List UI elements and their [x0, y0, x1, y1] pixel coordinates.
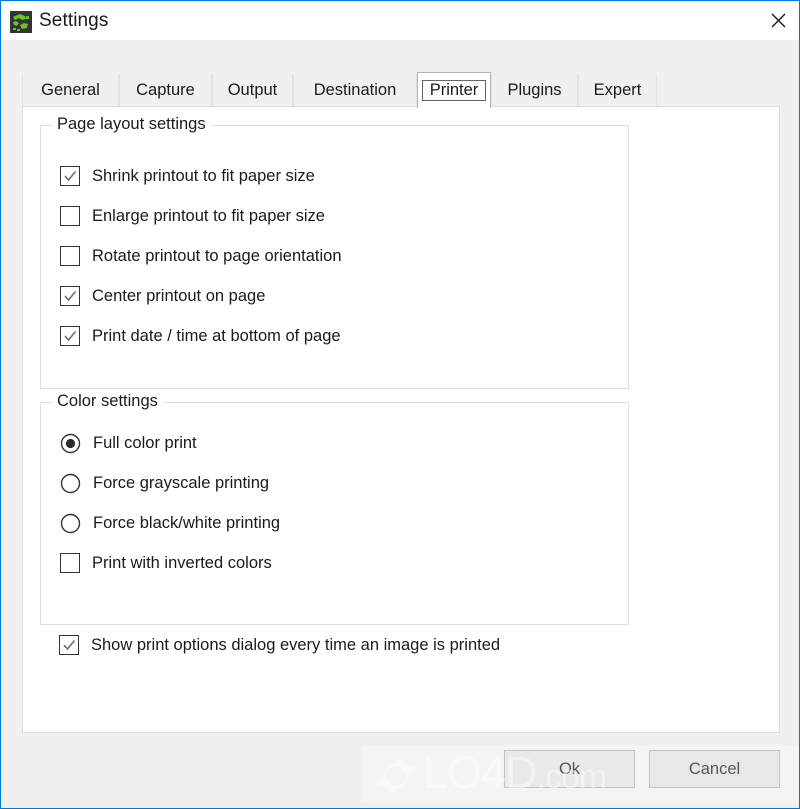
radio-unselected-icon[interactable] [60, 473, 81, 494]
force-black-white-printing-radio-row[interactable]: Force black/white printing [60, 513, 280, 534]
enlarge-printout-to-fit-paper-size-label: Enlarge printout to fit paper size [92, 206, 325, 225]
show-print-options-dialog-checkbox-row[interactable]: Show print options dialog every time an … [59, 635, 500, 655]
tab-expert[interactable]: Expert [578, 74, 657, 106]
color-settings-group: Color settings Full color print Force gra… [40, 392, 629, 625]
rotate-printout-to-page-orientation-checkbox-row[interactable]: Rotate printout to page orientation [60, 246, 342, 266]
printer-tab-panel: Page layout settings Shrink printout to … [22, 106, 780, 733]
dialog-footer: Ok Cancel [2, 733, 799, 807]
page-layout-settings-group: Page layout settings Shrink printout to … [40, 115, 629, 389]
tab-label: Plugins [507, 80, 562, 99]
force-grayscale-printing-radio-row[interactable]: Force grayscale printing [60, 473, 269, 494]
tab-output[interactable]: Output [212, 74, 293, 106]
tab-label: General [41, 80, 100, 99]
show-print-options-dialog-label: Show print options dialog every time an … [91, 635, 501, 654]
force-grayscale-printing-label: Force grayscale printing [93, 474, 270, 492]
rotate-printout-to-page-orientation-label: Rotate printout to page orientation [92, 246, 342, 265]
tab-general[interactable]: General [22, 74, 119, 106]
checkbox-unchecked-icon[interactable] [60, 206, 80, 226]
tab-destination[interactable]: Destination [293, 74, 417, 106]
tab-plugins[interactable]: Plugins [491, 74, 578, 106]
close-icon [771, 13, 785, 28]
tab-label: Expert [593, 80, 642, 99]
title-bar: Settings [1, 0, 799, 40]
checkbox-checked-icon[interactable] [59, 635, 79, 655]
print-with-inverted-colors-checkbox-row[interactable]: Print with inverted colors [60, 553, 272, 573]
enlarge-printout-to-fit-paper-size-checkbox-row[interactable]: Enlarge printout to fit paper size [60, 206, 325, 226]
tab-label: Capture [136, 80, 195, 99]
print-with-inverted-colors-label: Print with inverted colors [92, 553, 272, 572]
checkbox-unchecked-icon[interactable] [60, 553, 80, 573]
greenshot-logo-icon [10, 11, 32, 33]
close-button[interactable] [755, 1, 799, 40]
tab-printer[interactable]: Printer [417, 72, 491, 108]
cancel-button[interactable]: Cancel [649, 750, 780, 788]
page-layout-settings-title: Page layout settings [52, 115, 211, 134]
checkbox-checked-icon[interactable] [60, 166, 80, 186]
print-date-time-at-bottom-of-page-label: Print date / time at bottom of page [92, 326, 341, 345]
center-printout-on-page-label: Center printout on page [92, 286, 266, 305]
shrink-printout-to-fit-paper-size-label: Shrink printout to fit paper size [92, 166, 315, 185]
tab-capture[interactable]: Capture [119, 74, 212, 106]
tab-label: Output [227, 80, 278, 99]
center-printout-on-page-checkbox-row[interactable]: Center printout on page [60, 286, 265, 306]
radio-selected-icon[interactable] [60, 433, 81, 454]
shrink-printout-to-fit-paper-size-checkbox-row[interactable]: Shrink printout to fit paper size [60, 166, 315, 186]
tab-label: Destination [313, 80, 397, 99]
color-settings-title: Color settings [52, 392, 163, 411]
force-black-white-printing-label: Force black/white printing [93, 514, 281, 532]
ok-button[interactable]: Ok [504, 750, 635, 788]
checkbox-checked-icon[interactable] [60, 326, 80, 346]
tab-strip: General Capture Output Destination Printer Pl… [22, 72, 780, 108]
checkbox-checked-icon[interactable] [60, 286, 80, 306]
full-color-print-radio-row[interactable]: Full color print [60, 433, 197, 454]
settings-window: Settings General Capture Output Destination… [0, 0, 800, 809]
checkbox-unchecked-icon[interactable] [60, 246, 80, 266]
print-date-time-at-bottom-of-page-checkbox-row[interactable]: Print date / time at bottom of page [60, 326, 341, 346]
tab-label: Printer [421, 79, 487, 102]
window-title: Settings [39, 10, 109, 31]
full-color-print-label: Full color print [93, 434, 197, 452]
radio-unselected-icon[interactable] [60, 513, 81, 534]
